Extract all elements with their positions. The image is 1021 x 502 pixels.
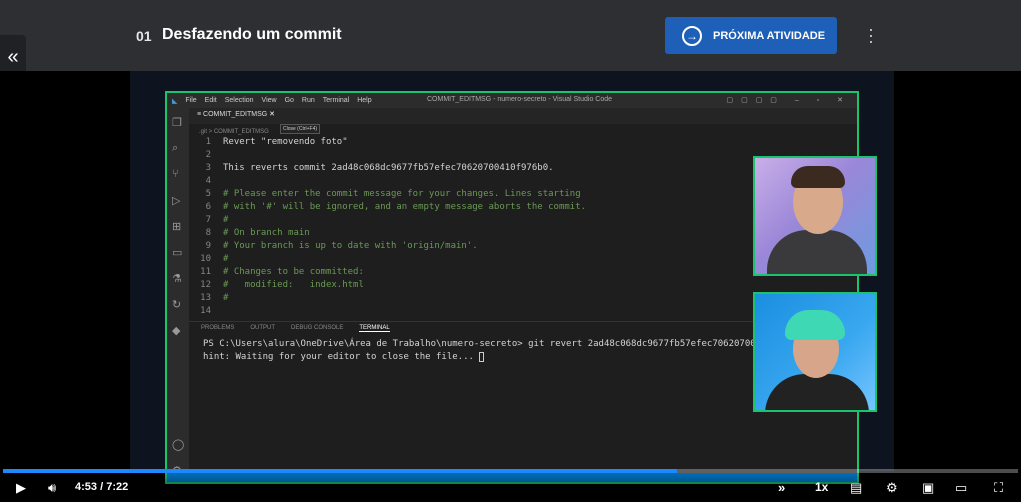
lesson-title: Desfazendo um commit — [162, 26, 342, 43]
line-text: # — [223, 254, 229, 264]
window-controls: ▢▢▢▢ – ▫ ✕ — [726, 97, 851, 104]
line-number: 8 — [205, 228, 211, 238]
remote-icon: ▭ — [172, 247, 183, 259]
lesson-number: 01 — [136, 28, 152, 44]
line-number: 12 — [200, 280, 211, 290]
search-icon: ⌕ — [172, 142, 179, 154]
line-number: 3 — [205, 163, 211, 173]
menu-item[interactable]: File — [185, 97, 196, 104]
player-controls: ▶ 🔊︎ 4:53 / 7:22 » 1x ▤ ⚙ ▣ ▭ ⛶ — [0, 469, 1021, 502]
skip-forward-icon[interactable]: » — [778, 480, 785, 495]
vscode-titlebar: ◣ File Edit Selection View Go Run Terminal Help… — [167, 93, 857, 108]
menu-item[interactable]: Terminal — [323, 97, 349, 104]
terminal-cursor — [479, 351, 485, 362]
line-number: 10 — [200, 254, 211, 264]
line-text: Revert "removendo foto" — [223, 137, 348, 147]
current-time: 4:53 — [75, 481, 98, 493]
gear-icon[interactable]: ⚙ — [886, 480, 898, 496]
line-number: 11 — [200, 267, 211, 277]
panel-tab[interactable]: PROBLEMS — [201, 325, 234, 331]
panel-tab[interactable]: DEBUG CONSOLE — [291, 325, 343, 331]
instructor-webcam-1 — [753, 156, 877, 276]
person-hair — [791, 166, 845, 188]
line-text: # Please enter the commit message for yo… — [223, 189, 581, 199]
tab-commit-editmsg: ≡ COMMIT_EDITMSG ✕ — [197, 111, 276, 118]
line-text: # Your branch is up to date with 'origin… — [223, 241, 478, 251]
panel-tab[interactable]: TERMINAL — [359, 325, 390, 332]
close-icon: ✕ — [269, 111, 276, 118]
line-number: 13 — [200, 293, 211, 303]
kebab-icon[interactable]: · · · — [865, 20, 877, 50]
line-number: 9 — [205, 241, 211, 251]
line-text: # modified: index.html — [223, 280, 364, 290]
tab-label: COMMIT_EDITMSG — [203, 111, 268, 118]
editor-tabs: ≡ COMMIT_EDITMSG ✕ — [189, 108, 857, 124]
line-number: 5 — [205, 189, 211, 199]
lesson-header: « 01 Desfazendo um commit → PRÓXIMA ATIV… — [0, 0, 1021, 79]
progress-fill — [3, 469, 677, 473]
play-icon[interactable]: ▶ — [16, 480, 26, 496]
account-icon: ◯ — [172, 439, 185, 451]
line-number: 6 — [205, 202, 211, 212]
close-tooltip: Close (Ctrl+F4) — [280, 124, 321, 134]
line-text: # Changes to be committed: — [223, 267, 364, 277]
progress-bar[interactable] — [3, 469, 1018, 473]
menu-item[interactable]: Selection — [225, 97, 254, 104]
person-body — [765, 374, 869, 410]
vscode-menu: File Edit Selection View Go Run Terminal Help — [185, 97, 379, 104]
line-text: # — [223, 293, 229, 303]
docker-icon: ◆ — [172, 325, 181, 337]
time-display: 4:53 / 7:22 — [75, 481, 128, 493]
menu-item[interactable]: Go — [285, 97, 294, 104]
testing-icon: ⚗ — [172, 273, 182, 285]
line-text: # — [223, 215, 229, 225]
menu-item[interactable]: View — [262, 97, 277, 104]
person-body — [767, 230, 867, 274]
time-separator: / — [100, 481, 104, 493]
person-hair — [785, 310, 845, 340]
speed-button[interactable]: 1x — [815, 480, 828, 494]
fullscreen-icon[interactable]: ⛶ — [994, 480, 1003, 496]
terminal-hint: hint: Waiting for your editor to close t… — [203, 352, 480, 362]
panel-tab[interactable]: OUTPUT — [250, 325, 275, 331]
vscode-window: ◣ File Edit Selection View Go Run Terminal Help… — [165, 91, 859, 484]
line-text: # with '#' will be ignored, and an empty… — [223, 202, 587, 212]
line-number: 1 — [205, 137, 211, 147]
menu-item[interactable]: Edit — [205, 97, 217, 104]
next-activity-button[interactable]: → PRÓXIMA ATIVIDADE — [665, 17, 837, 54]
menu-item[interactable]: Help — [357, 97, 371, 104]
window-title: COMMIT_EDITMSG - numero-secreto - Visual… — [427, 96, 613, 103]
line-number: 14 — [200, 306, 211, 316]
code-line: 1 Revert "removendo foto" — [189, 137, 857, 150]
source-control-icon: ⑂ — [172, 168, 179, 180]
breadcrumb: .git > COMMIT_EDITMSG — [199, 129, 269, 135]
next-activity-label: PRÓXIMA ATIVIDADE — [713, 29, 826, 42]
line-number: 4 — [205, 176, 211, 186]
volume-icon[interactable]: 🔊︎ — [48, 480, 56, 496]
share-icon: ↻ — [172, 299, 182, 311]
line-text: This reverts commit 2ad48c068dc9677fb57e… — [223, 163, 554, 173]
captions-icon[interactable]: ▤ — [850, 480, 862, 496]
menu-item[interactable]: Run — [302, 97, 315, 104]
activity-bar: ❐ ⌕ ⑂ ▷ ⊞ ▭ ⚗ ↻ ◆ ◯ ⚙ — [167, 108, 189, 482]
picture-in-picture-icon[interactable]: ▣ — [922, 480, 934, 496]
theater-mode-icon[interactable]: ▭ — [955, 480, 967, 496]
duration: 7:22 — [106, 481, 129, 493]
line-number: 2 — [205, 150, 211, 160]
arrow-right-icon: → — [682, 25, 702, 46]
run-debug-icon: ▷ — [172, 195, 181, 207]
extensions-icon: ⊞ — [172, 221, 182, 233]
explorer-icon: ❐ — [172, 117, 182, 129]
vscode-logo-icon: ◣ — [172, 97, 178, 105]
line-text: # On branch main — [223, 228, 310, 238]
instructor-webcam-2 — [753, 292, 877, 412]
line-number: 7 — [205, 215, 211, 225]
